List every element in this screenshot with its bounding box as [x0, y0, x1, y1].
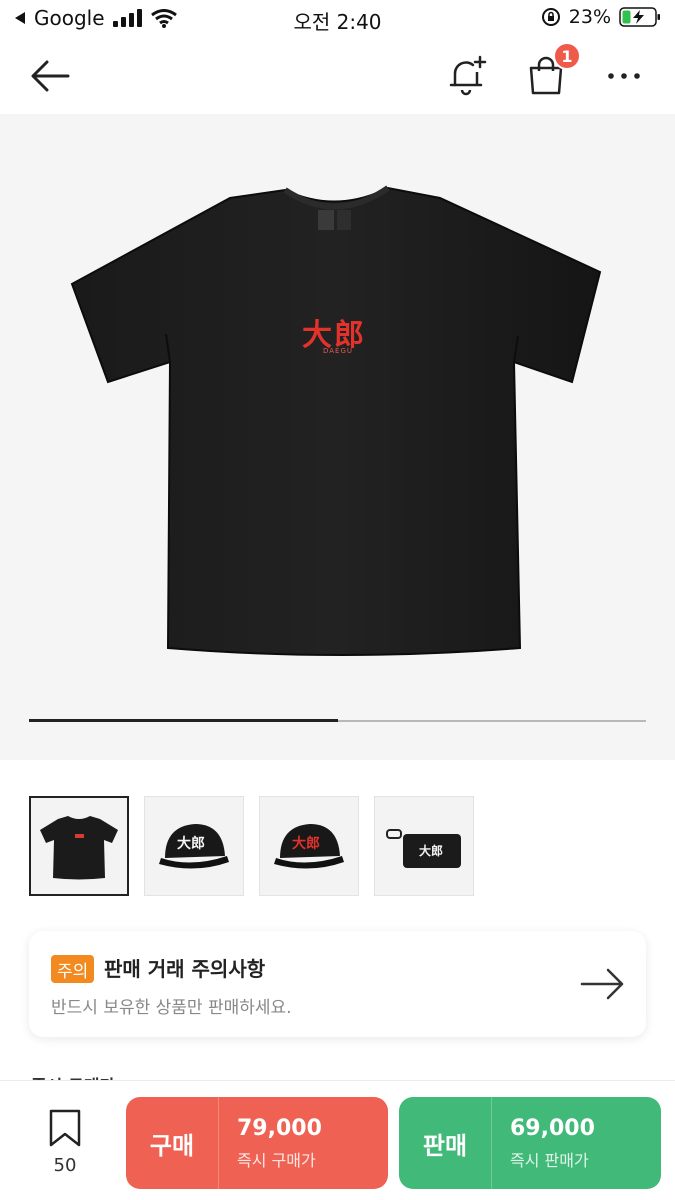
svg-text:大郎: 大郎 — [177, 835, 205, 852]
back-button[interactable] — [26, 54, 74, 98]
sell-label: 판매 — [422, 1131, 468, 1160]
battery-percent: 23% — [568, 6, 611, 28]
buy-info: 79,000 즉시 구매가 — [219, 1116, 322, 1171]
buy-button[interactable]: 구매 79,000 즉시 구매가 — [126, 1097, 388, 1189]
pouch-thumb-image: 大郎 — [386, 829, 461, 868]
cart-count-badge: 1 — [553, 42, 581, 70]
notice-badge: 주의 — [51, 955, 95, 983]
bottom-action-bar: 50 구매 79,000 즉시 구매가 판매 69,000 즉시 판매가 — [0, 1080, 675, 1200]
buy-price: 79,000 — [237, 1115, 322, 1141]
carousel-progress-track — [29, 719, 646, 722]
carousel-progress-fill — [29, 719, 338, 722]
more-icon — [608, 73, 640, 79]
thumbnail-pouch[interactable]: 大郎 — [374, 796, 474, 896]
notice-arrow[interactable] — [580, 967, 626, 1005]
status-right: 23% — [541, 6, 661, 28]
sell-price: 69,000 — [510, 1115, 595, 1141]
svg-text:大郎: 大郎 — [419, 843, 443, 858]
thumbnail-cap-red-print[interactable]: 大郎 — [259, 796, 359, 896]
svg-text:大郎: 大郎 — [292, 835, 320, 852]
status-bar: Google 오전 2:40 23% — [0, 0, 675, 38]
rotation-lock-icon — [541, 8, 560, 26]
thumbnail-cap-white-print[interactable]: 大郎 — [144, 796, 244, 896]
product-image-carousel[interactable]: 大郎 DAEGU — [0, 114, 675, 760]
thumbnail-strip: 大郎 大郎 大郎 — [29, 796, 474, 896]
battery-icon — [619, 7, 660, 27]
cap-red-thumb-image: 大郎 — [274, 824, 344, 869]
product-tshirt-image — [70, 185, 602, 656]
sell-button[interactable]: 판매 69,000 즉시 판매가 — [399, 1097, 661, 1189]
arrow-right-icon — [580, 968, 624, 1000]
top-nav: 1 — [0, 38, 675, 114]
notice-title: 판매 거래 주의사항 — [104, 957, 266, 981]
thumbnail-tshirt[interactable] — [29, 796, 129, 896]
wishlist-count: 50 — [53, 1155, 77, 1176]
notification-button[interactable] — [444, 52, 490, 98]
sale-notice-card[interactable]: 주의 판매 거래 주의사항 반드시 보유한 상품만 판매하세요. — [29, 931, 646, 1037]
notice-subtitle: 반드시 보유한 상품만 판매하세요. — [51, 998, 292, 1018]
cap-thumb-image: 大郎 — [159, 824, 229, 869]
bell-plus-icon — [449, 55, 487, 96]
sell-sub: 즉시 판매가 — [510, 1150, 589, 1170]
back-arrow-icon — [31, 60, 70, 92]
cart-button[interactable]: 1 — [525, 42, 581, 98]
buy-sub: 즉시 구매가 — [237, 1150, 316, 1170]
shirt-print-subtext: DAEGU — [323, 347, 354, 355]
buy-label: 구매 — [149, 1131, 195, 1160]
tshirt-thumb-image — [40, 816, 118, 880]
wishlist-button[interactable]: 50 — [40, 1109, 90, 1176]
more-button[interactable] — [604, 58, 644, 94]
sell-info: 69,000 즉시 판매가 — [492, 1116, 595, 1171]
bookmark-icon — [49, 1109, 81, 1147]
